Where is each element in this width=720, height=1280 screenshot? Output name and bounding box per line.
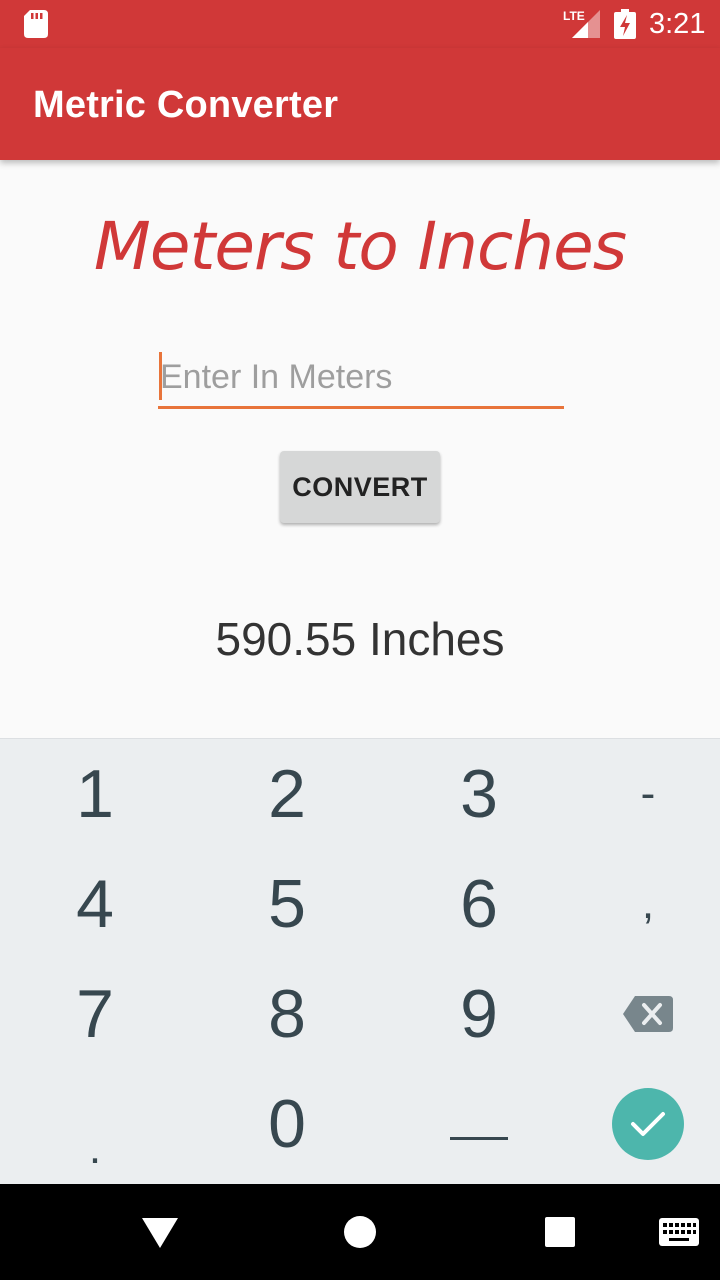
back-icon[interactable]	[142, 1216, 178, 1248]
key-period-label: .	[88, 1124, 102, 1173]
page-heading: Meters to Inches	[93, 208, 627, 285]
key-9[interactable]: 9	[389, 959, 569, 1069]
battery-charging-icon	[614, 9, 636, 39]
app-title: Metric Converter	[33, 84, 339, 126]
backspace-icon	[623, 996, 673, 1032]
backspace-key[interactable]	[558, 959, 720, 1069]
enter-button-circle	[612, 1088, 684, 1160]
status-clock: 3:21	[649, 8, 706, 40]
result-text: 590.55 Inches	[215, 613, 505, 665]
key-0[interactable]: 0	[197, 1069, 377, 1179]
key-3[interactable]: 3	[389, 739, 569, 849]
key-5[interactable]: 5	[197, 849, 377, 959]
key-4[interactable]: 4	[5, 849, 185, 959]
key-6[interactable]: 6	[389, 849, 569, 959]
space-icon	[450, 1137, 508, 1140]
check-icon	[631, 1112, 665, 1136]
key-8[interactable]: 8	[197, 959, 377, 1069]
sd-card-icon	[24, 10, 48, 38]
key-comma[interactable]: ,	[558, 849, 720, 959]
app-bar: Metric Converter	[0, 48, 720, 160]
key-7[interactable]: 7	[5, 959, 185, 1069]
meters-input[interactable]	[158, 348, 564, 409]
navigation-bar	[0, 1184, 720, 1280]
key-2[interactable]: 2	[197, 739, 377, 849]
enter-key[interactable]	[558, 1069, 720, 1179]
keyboard-icon[interactable]	[659, 1218, 699, 1246]
signal-icon	[572, 10, 600, 38]
text-cursor	[159, 352, 162, 400]
key-period[interactable]: .	[5, 1069, 185, 1179]
home-icon[interactable]	[343, 1215, 377, 1249]
key-minus[interactable]: -	[558, 739, 720, 849]
numeric-keyboard: 1 2 3 - 4 5 6 , 7 8 9 . 0	[0, 738, 720, 1185]
convert-button[interactable]: CONVERT	[280, 451, 440, 523]
space-key[interactable]	[389, 1069, 569, 1179]
main-content: Meters to Inches CONVERT 590.55 Inches	[0, 160, 720, 738]
status-bar: LTE 3:21	[0, 0, 720, 48]
recents-icon[interactable]	[545, 1217, 575, 1247]
key-1[interactable]: 1	[5, 739, 185, 849]
